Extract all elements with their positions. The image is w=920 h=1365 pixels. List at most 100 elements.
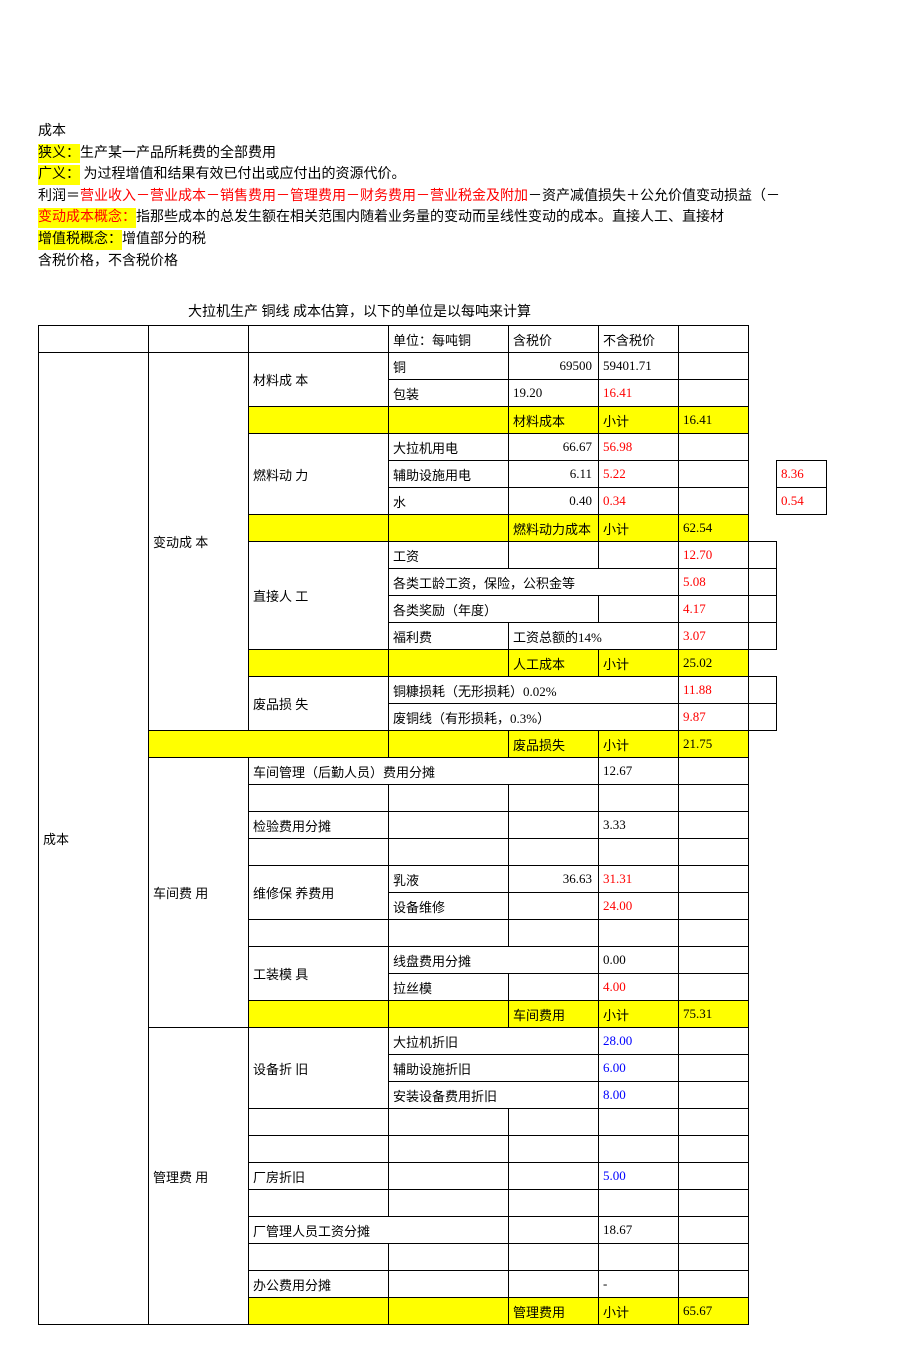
hdr-unit: 单位：每吨铜	[389, 326, 509, 353]
narrow-text: 生产某一产品所耗费的全部费用	[80, 146, 276, 161]
val: 4.17	[679, 596, 749, 623]
tooling: 工装模 具	[249, 947, 389, 1001]
val: 5.00	[599, 1163, 679, 1190]
equip-depr: 设备折 旧	[249, 1028, 389, 1109]
fuel-power: 燃料动 力	[249, 434, 389, 515]
sub-xj: 小计	[599, 731, 679, 758]
item: 线盘费用分摊	[389, 947, 599, 974]
item: 辅助设施用电	[389, 461, 509, 488]
subtotal-row: 废品损失 小计 21.75	[39, 731, 882, 758]
val: 59401.71	[599, 353, 679, 380]
val: 16.41	[599, 380, 679, 407]
item: 办公费用分摊	[249, 1271, 389, 1298]
val: 19.20	[509, 380, 599, 407]
val: 24.00	[599, 893, 679, 920]
val: 11.88	[679, 677, 749, 704]
table-row: 车间费 用 车间管理（后勤人员）费用分摊 12.67	[39, 758, 882, 785]
line1: 成本	[38, 124, 66, 139]
table-row: 管理费 用 设备折 旧 大拉机折旧 28.00	[39, 1028, 882, 1055]
sub-xj: 小计	[599, 650, 679, 677]
val: 5.08	[679, 569, 749, 596]
item: 废铜线（有形损耗，0.3%）	[389, 704, 679, 731]
sub-label: 管理费用	[509, 1298, 599, 1325]
item: 安装设备费用折旧	[389, 1082, 599, 1109]
sub-xj: 小计	[599, 515, 679, 542]
item: 设备维修	[389, 893, 509, 920]
sub-val: 75.31	[679, 1001, 749, 1028]
val: 31.31	[599, 866, 679, 893]
val: 3.33	[599, 812, 679, 839]
hdr-notax: 不含税价	[599, 326, 679, 353]
val: 9.87	[679, 704, 749, 731]
waste-loss: 废品损 失	[249, 677, 389, 731]
item: 检验费用分摊	[249, 812, 389, 839]
sub-val: 21.75	[679, 731, 749, 758]
broad-label: 广义：	[38, 165, 80, 185]
workshop-cost: 车间费 用	[149, 758, 249, 1028]
sub-val: 62.54	[679, 515, 749, 542]
intro-text: 成本 狭义：生产某一产品所耗费的全部费用 广义： 为过程增值和结果有效已付出或应…	[38, 122, 882, 271]
val: 0.34	[599, 488, 679, 515]
item: 车间管理（后勤人员）费用分摊	[249, 758, 599, 785]
val: 5.22	[599, 461, 679, 488]
variable-cost: 变动成 本	[149, 353, 249, 731]
item: 大拉机折旧	[389, 1028, 599, 1055]
sub-label: 车间费用	[509, 1001, 599, 1028]
maint-cost: 维修保 养费用	[249, 866, 389, 920]
sub-label: 材料成本	[509, 407, 599, 434]
sub-val: 25.02	[679, 650, 749, 677]
item: 大拉机用电	[389, 434, 509, 461]
profit-formula: 营业收入－营业成本－销售费用－管理费用－财务费用－营业税金及附加	[80, 189, 528, 204]
cost-table: 单位：每吨铜 含税价 不含税价 成本 变动成 本 材料成 本 铜 69500 5…	[38, 325, 882, 1325]
item: 包装	[389, 380, 509, 407]
sub-xj: 小计	[599, 1001, 679, 1028]
vat-text: 增值部分的税	[122, 232, 206, 247]
val: 6.00	[599, 1055, 679, 1082]
val: 3.07	[679, 623, 749, 650]
sub-label: 人工成本	[509, 650, 599, 677]
val: 12.67	[599, 758, 679, 785]
item: 各类工龄工资，保险，公积金等	[389, 569, 679, 596]
val: 4.00	[599, 974, 679, 1001]
ext-val: 0.54	[777, 488, 827, 515]
hdr-tax: 含税价	[509, 326, 599, 353]
varcost-label: 变动成本概念：	[38, 208, 136, 228]
varcost-text: 指那些成本的总发生额在相关范围内随着业务量的变动而呈线性变动的成本。直接人工、直…	[136, 210, 724, 225]
item: 福利费	[389, 623, 509, 650]
item: 厂管理人员工资分摊	[249, 1217, 509, 1244]
profit-label: 利润＝	[38, 189, 80, 204]
val: -	[599, 1271, 679, 1298]
item: 辅助设施折旧	[389, 1055, 599, 1082]
item: 各类奖励（年度）	[389, 596, 599, 623]
item: 铜	[389, 353, 509, 380]
material-cost: 材料成 本	[249, 353, 389, 407]
header-row: 单位：每吨铜 含税价 不含税价	[39, 326, 882, 353]
item: 拉丝模	[389, 974, 509, 1001]
table-title: 大拉机生产 铜线 成本估算，以下的单位是以每吨来计算	[188, 301, 882, 321]
broad-text: 为过程增值和结果有效已付出或应付出的资源代价。	[80, 167, 406, 182]
val: 66.67	[509, 434, 599, 461]
desc: 工资总额的14%	[509, 623, 679, 650]
val: 69500	[509, 353, 599, 380]
val: 12.70	[679, 542, 749, 569]
val: 0.00	[599, 947, 679, 974]
val: 0.40	[509, 488, 599, 515]
table-row: 成本 变动成 本 材料成 本 铜 69500 59401.71	[39, 353, 882, 380]
vat-label: 增值税概念：	[38, 230, 122, 250]
item: 厂房折旧	[249, 1163, 389, 1190]
item: 水	[389, 488, 509, 515]
val: 18.67	[599, 1217, 679, 1244]
sub-label: 废品损失	[509, 731, 599, 758]
val: 8.00	[599, 1082, 679, 1109]
val: 28.00	[599, 1028, 679, 1055]
root-cost: 成本	[39, 353, 149, 1325]
sub-val: 65.67	[679, 1298, 749, 1325]
narrow-label: 狭义：	[38, 144, 80, 164]
mgmt-cost: 管理费 用	[149, 1028, 249, 1325]
sub-xj: 小计	[599, 1298, 679, 1325]
ext-val: 8.36	[777, 461, 827, 488]
sub-val: 16.41	[679, 407, 749, 434]
sub-xj: 小计	[599, 407, 679, 434]
item: 乳液	[389, 866, 509, 893]
price-note: 含税价格，不含税价格	[38, 254, 178, 269]
